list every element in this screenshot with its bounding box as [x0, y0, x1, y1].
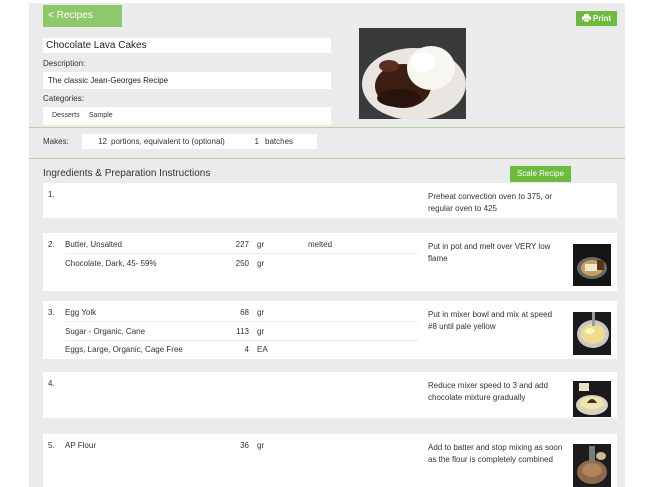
- batches-field[interactable]: 1 batches: [233, 134, 317, 149]
- step-number: 5.: [48, 441, 55, 450]
- scale-recipe-button[interactable]: Scale Recipe: [510, 166, 571, 182]
- ingredient-unit: EA: [257, 345, 268, 354]
- ingredient-qty: 68: [240, 308, 249, 317]
- divider: [29, 127, 625, 128]
- recipe-photo[interactable]: [359, 28, 466, 119]
- step-number: 2.: [48, 240, 55, 249]
- ingredient-qty: 250: [235, 259, 249, 268]
- ingredient-name: Eggs, Large, Organic, Cage Free: [65, 345, 183, 354]
- ingredient-row[interactable]: Eggs, Large, Organic, Cage Free 4 EA: [65, 340, 418, 359]
- ingredient-qty: 4: [244, 345, 249, 354]
- section-title: Ingredients & Preparation Instructions: [43, 168, 211, 179]
- step-number: 3.: [48, 308, 55, 317]
- step-row[interactable]: 3. Egg Yolk 68 gr Sugar - Organic, Cane …: [43, 301, 617, 359]
- ingredient-unit: gr: [257, 327, 265, 336]
- portions-field[interactable]: 12 portions, equivalent to (optional): [82, 134, 233, 149]
- step-row[interactable]: 1. Preheat convection oven to 375, or re…: [43, 183, 617, 218]
- categories-field[interactable]: Desserts Sample: [43, 107, 331, 125]
- step-instruction[interactable]: Add to batter and stop mixing as soon as…: [428, 442, 563, 466]
- print-button[interactable]: Print: [576, 11, 617, 26]
- recipe-editor: < Recipes Print Chocolate Lava Cakes Des…: [29, 3, 625, 487]
- step-number: 1.: [48, 190, 55, 199]
- step-photo[interactable]: [573, 381, 611, 417]
- ingredient-qty: 113: [236, 327, 249, 336]
- step-row[interactable]: 5. AP Flour 36 gr Add to batter and stop…: [43, 434, 617, 487]
- batches-value: 1: [254, 137, 259, 146]
- step-instruction[interactable]: Reduce mixer speed to 3 and add chocolat…: [428, 380, 563, 404]
- ingredient-row[interactable]: AP Flour 36 gr: [65, 436, 418, 455]
- step-photo[interactable]: [573, 244, 611, 286]
- ingredient-row[interactable]: Sugar - Organic, Cane 113 gr: [65, 322, 418, 341]
- description-label: Description:: [43, 59, 86, 68]
- ingredient-name: Egg Yolk: [65, 308, 97, 317]
- step-number: 4.: [48, 379, 55, 388]
- divider: [29, 158, 625, 159]
- ingredient-unit: gr: [257, 308, 265, 317]
- batches-text: batches: [265, 137, 294, 146]
- ingredient-row[interactable]: Butter, Unsalted 227 gr melted: [65, 235, 418, 254]
- ingredient-unit: gr: [257, 240, 265, 249]
- ingredient-row[interactable]: Chocolate, Dark, 45- 59% 250 gr: [65, 254, 418, 273]
- portions-text: portions, equivalent to (optional): [111, 137, 225, 146]
- step-row[interactable]: 4. Reduce mixer speed to 3 and add choco…: [43, 372, 617, 418]
- step-row[interactable]: 2. Butter, Unsalted 227 gr melted Chocol…: [43, 233, 617, 291]
- categories-label: Categories:: [43, 94, 84, 103]
- print-label: Print: [592, 14, 612, 23]
- back-to-recipes-button[interactable]: < Recipes: [43, 5, 122, 27]
- category-tag[interactable]: Desserts: [43, 107, 80, 125]
- portions-value: 12: [98, 137, 107, 146]
- step-photo[interactable]: [573, 444, 611, 487]
- recipe-title-field[interactable]: Chocolate Lava Cakes: [43, 38, 331, 53]
- ingredient-name: Butter, Unsalted: [65, 240, 122, 249]
- ingredient-name: AP Flour: [65, 441, 96, 450]
- printer-icon: [581, 14, 591, 23]
- ingredient-name: Sugar - Organic, Cane: [65, 327, 146, 336]
- makes-label: Makes:: [43, 137, 69, 146]
- category-tag[interactable]: Sample: [82, 107, 113, 125]
- ingredient-qty: 227: [235, 240, 249, 249]
- step-photo[interactable]: [573, 312, 611, 355]
- description-field[interactable]: The classic Jean-Georges Recipe: [43, 72, 331, 89]
- step-instruction[interactable]: Put in pot and melt over VERY low flame: [428, 241, 563, 265]
- step-instruction[interactable]: Preheat convection oven to 375, or regul…: [428, 191, 563, 215]
- ingredient-unit: gr: [257, 441, 265, 450]
- step-instruction[interactable]: Put in mixer bowl and mix at speed #8 un…: [428, 309, 563, 333]
- ingredient-row[interactable]: Egg Yolk 68 gr: [65, 303, 418, 322]
- ingredient-qty: 36: [240, 441, 249, 450]
- ingredient-note: melted: [308, 240, 333, 249]
- ingredient-name: Chocolate, Dark, 45- 59%: [65, 259, 157, 268]
- ingredient-unit: gr: [257, 259, 265, 268]
